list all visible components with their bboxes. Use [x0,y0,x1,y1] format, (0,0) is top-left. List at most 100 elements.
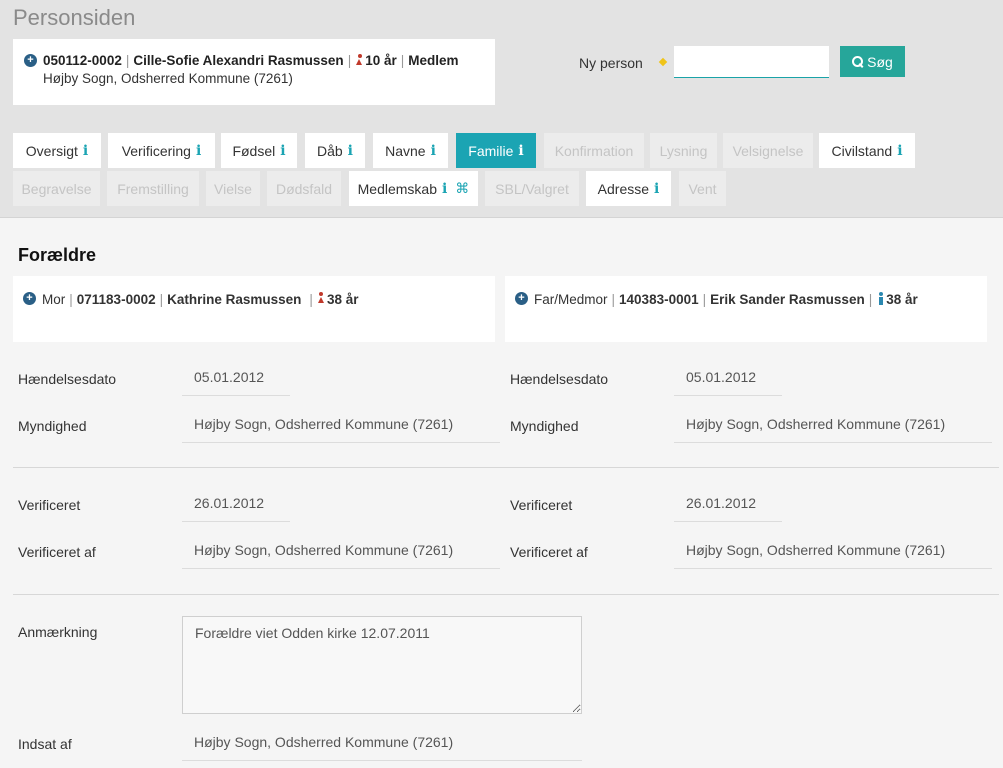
event-date-value-left[interactable]: 05.01.2012 [182,363,290,396]
event-date-label: Hændelsesdato [18,371,117,387]
tab-familie[interactable]: Familie i [456,133,536,168]
tab-verificering[interactable]: Verificering i [108,133,215,168]
expand-plus-icon[interactable]: + [24,54,37,67]
verified-value-left[interactable]: 26.01.2012 [182,489,290,522]
tab-label: Fødsel [232,142,276,159]
tab-label: Begravelse [21,180,92,197]
father-role: Far/Medmor [534,292,608,307]
info-icon[interactable]: i [83,143,88,159]
separator: | [125,53,130,68]
tab-label: Adresse [597,180,650,197]
tab-label: Navne [385,142,426,159]
tab-label: Lysning [659,142,708,159]
authority-label: Myndighed [510,418,579,434]
verified-by-value-right[interactable]: Højby Sogn, Odsherred Kommune (7261) [674,536,992,569]
verified-by-label: Verificeret af [18,544,96,560]
tab-label: Konfirmation [554,142,634,159]
verified-value-right[interactable]: 26.01.2012 [674,489,782,522]
tab-oversigt[interactable]: Oversigt i [13,133,101,168]
search-icon [852,56,864,67]
tab-label: SBL/Valgret [495,180,569,197]
authority-value-right[interactable]: Højby Sogn, Odsherred Kommune (7261) [674,410,992,443]
separator: | [309,292,313,307]
search-button-label: Søg [867,53,893,70]
required-diamond-icon [658,57,668,67]
divider [13,594,999,595]
info-icon[interactable]: i [518,143,523,159]
mother-card: + Mor | 071183-0002 | Kathrine Rasmussen… [13,276,495,342]
verified-label: Verificeret [18,497,81,513]
person-name: Cille-Sofie Alexandri Rasmussen [133,53,344,68]
search-button[interactable]: Søg [840,46,905,77]
tab-label: Dåb [316,142,343,159]
tab-foedsel[interactable]: Fødsel i [221,133,297,168]
inserted-by-value: Højby Sogn, Odsherred Kommune (7261) [182,728,582,761]
tab-lysning: Lysning [650,133,717,168]
tab-vielse: Vielse [206,171,260,206]
search-input[interactable] [674,46,829,78]
info-icon[interactable]: i [897,143,902,159]
header-area: Personsiden + 050112-0002 | Cille-Sofie … [0,0,1003,218]
separator: | [69,292,73,307]
tab-civilstand[interactable]: Civilstand i [819,133,915,168]
tab-label: Vent [688,180,717,197]
tab-label: Civilstand [831,142,893,159]
father-age: 38 år [886,292,918,307]
tab-vent: Vent [679,171,726,206]
tab-label: Familie [468,142,514,159]
remark-label: Anmærkning [18,624,98,640]
tab-velsignelse: Velsignelse [723,133,813,168]
expand-plus-icon[interactable]: + [23,292,36,305]
mother-name: Kathrine Rasmussen [167,292,302,307]
page-title: Personsiden [13,5,136,30]
tab-navne[interactable]: Navne i [373,133,448,168]
remark-textarea[interactable]: Forældre viet Odden kirke 12.07.2011 [182,616,582,714]
female-icon [356,54,363,67]
tab-konfirmation: Konfirmation [544,133,644,168]
tab-medlemskab[interactable]: Medlemskab i ⌘ [349,171,478,206]
separator: | [611,292,616,307]
info-icon[interactable]: i [348,143,353,159]
tab-adresse[interactable]: Adresse i [586,171,671,206]
separator: | [702,292,707,307]
person-status: Medlem [408,53,459,68]
tab-label: Dødsfald [275,180,333,197]
separator: | [347,53,352,68]
female-icon [317,292,325,305]
new-person-label: Ny person [579,55,643,71]
mother-role: Mor [42,292,66,307]
father-id: 140383-0001 [619,292,699,307]
tab-daab[interactable]: Dåb i [305,133,365,168]
command-icon[interactable]: ⌘ [455,180,469,197]
verified-by-label: Verificeret af [510,544,588,560]
person-card: + 050112-0002 | Cille-Sofie Alexandri Ra… [13,39,495,105]
inserted-by-label: Indsat af [18,736,72,752]
info-icon[interactable]: i [431,143,436,159]
separator: | [868,292,873,307]
info-icon[interactable]: i [280,143,285,159]
person-location: Højby Sogn, Odsherred Kommune (7261) [43,71,293,86]
tab-label: Oversigt [25,142,78,159]
tab-label: Fremstilling [117,180,189,197]
father-card: + Far/Medmor | 140383-0001 | Erik Sander… [505,276,987,342]
info-icon[interactable]: i [196,143,201,159]
mother-age: 38 år [326,292,359,307]
event-date-label: Hændelsesdato [510,371,609,387]
person-age: 10 år [365,53,397,68]
mother-id: 071183-0002 [76,292,156,307]
info-icon[interactable]: i [654,181,659,197]
father-name: Erik Sander Rasmussen [710,292,865,307]
tab-doedsfald: Dødsfald [267,171,341,206]
event-date-value-right[interactable]: 05.01.2012 [674,363,782,396]
authority-value-left[interactable]: Højby Sogn, Odsherred Kommune (7261) [182,410,500,443]
info-icon[interactable]: i [442,181,447,197]
expand-plus-icon[interactable]: + [515,292,528,305]
male-icon [877,292,884,305]
tab-label: Vielse [214,180,252,197]
separator: | [159,292,164,307]
tab-begravelse: Begravelse [13,171,100,206]
tab-fremstilling: Fremstilling [107,171,199,206]
verified-by-value-left[interactable]: Højby Sogn, Odsherred Kommune (7261) [182,536,500,569]
verified-label: Verificeret [510,497,573,513]
person-id: 050112-0002 [43,53,122,68]
